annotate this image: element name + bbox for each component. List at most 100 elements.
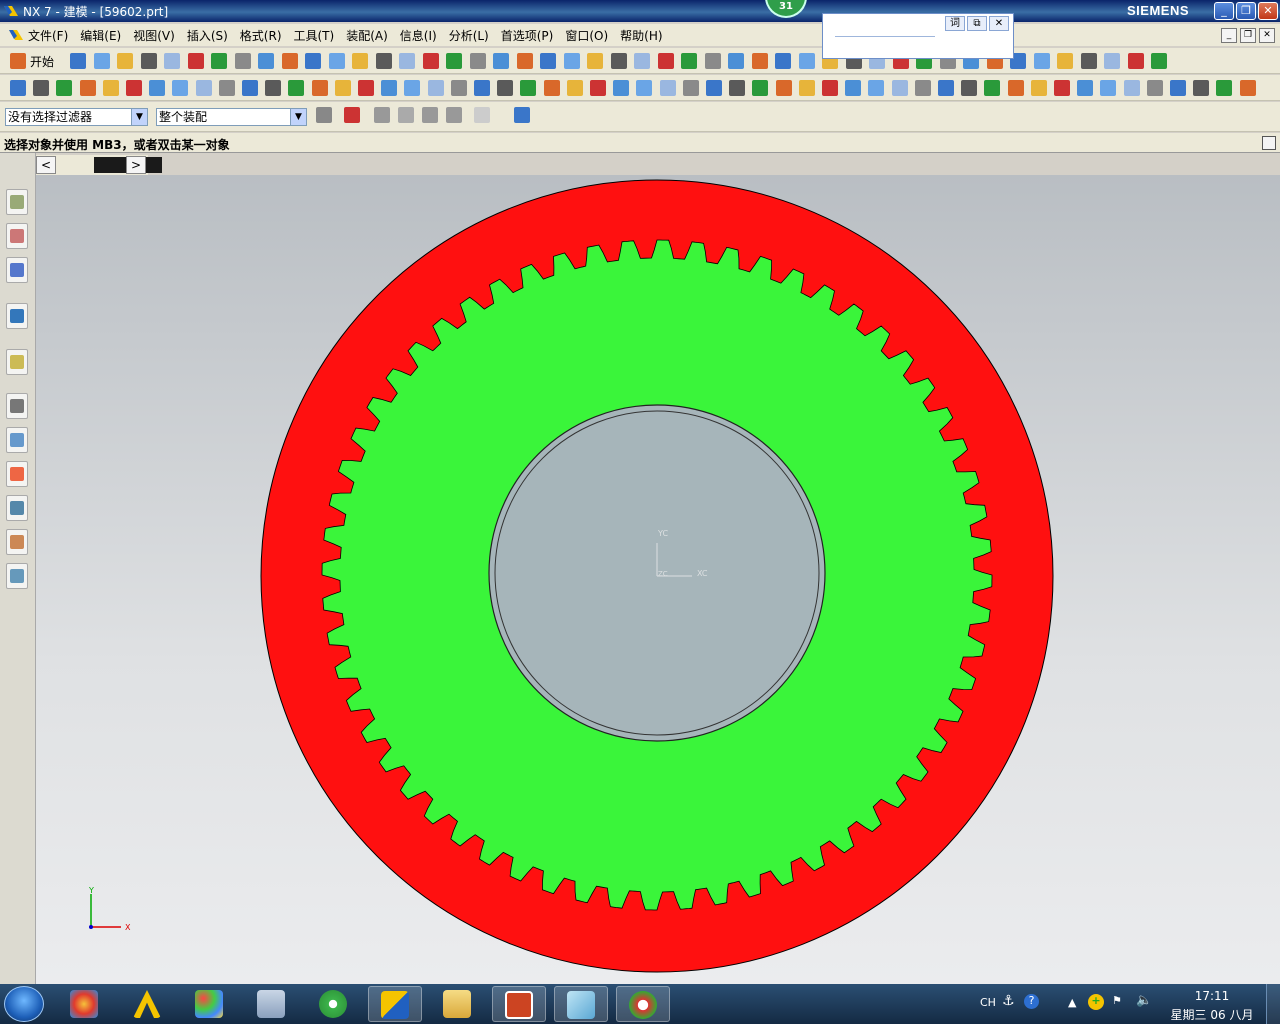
toolbar2-tool-icon[interactable] (265, 80, 281, 96)
menu-file[interactable]: 文件(F) (28, 27, 68, 44)
roles-icon[interactable] (6, 529, 28, 555)
chevron-down-icon[interactable]: ▼ (290, 109, 306, 125)
toolbar2-tool-icon[interactable] (1031, 80, 1047, 96)
menu-preferences[interactable]: 首选项(P) (501, 27, 554, 44)
toolbar2-tool-icon[interactable] (381, 80, 397, 96)
model-canvas[interactable]: YC XC ZC Y X (36, 175, 1280, 984)
toolbar1-tool-icon[interactable] (728, 53, 744, 69)
toolbar2-tool-icon[interactable] (1193, 80, 1209, 96)
toolbar1-tool-icon[interactable] (1081, 53, 1097, 69)
toolbar1-tool-icon[interactable] (446, 53, 462, 69)
menu-assemblies[interactable]: 装配(A) (346, 27, 388, 44)
toolbar1-tool-icon[interactable] (470, 53, 486, 69)
menu-insert[interactable]: 插入(S) (187, 27, 228, 44)
menu-edit[interactable]: 编辑(E) (80, 27, 121, 44)
show-desktop-button[interactable] (1266, 984, 1280, 1024)
notification-badge[interactable]: 31 (765, 0, 807, 18)
taskbar-explorer-icon[interactable] (430, 986, 484, 1022)
toolbar2-tool-icon[interactable] (613, 80, 629, 96)
popup-copy-icon[interactable]: ⧉ (967, 16, 987, 31)
toolbar1-tool-icon[interactable] (799, 53, 815, 69)
toolbar2-tool-icon[interactable] (1170, 80, 1186, 96)
toolbar2-tool-icon[interactable] (33, 80, 49, 96)
taskbar-app-8[interactable] (492, 986, 546, 1022)
toolbar2-tool-icon[interactable] (845, 80, 861, 96)
toolbar1-tool-icon[interactable] (1057, 53, 1073, 69)
toolbar2-tool-icon[interactable] (1124, 80, 1140, 96)
toolbar2-tool-icon[interactable] (404, 80, 420, 96)
toolbar2-tool-icon[interactable] (56, 80, 72, 96)
toolbar2-tool-icon[interactable] (312, 80, 328, 96)
toolbar2-tool-icon[interactable] (242, 80, 258, 96)
nx-menu-logo-icon[interactable] (8, 27, 24, 43)
clock-time[interactable]: 17:11 (1180, 989, 1244, 1003)
toolbar2-tool-icon[interactable] (706, 80, 722, 96)
popup-word-button[interactable]: 词 (945, 16, 965, 31)
toolbar1-tool-icon[interactable] (117, 53, 133, 69)
toolbar1-tool-icon[interactable] (70, 53, 86, 69)
menu-view[interactable]: 视图(V) (133, 27, 175, 44)
toolbar2-tool-icon[interactable] (915, 80, 931, 96)
toolbar1-tool-icon[interactable] (775, 53, 791, 69)
restore-icon[interactable]: ❐ (1236, 2, 1256, 20)
toolbar2-tool-icon[interactable] (358, 80, 374, 96)
toolbar2-tool-icon[interactable] (497, 80, 513, 96)
taskbar-app-1[interactable] (57, 986, 111, 1022)
volume-tray-icon[interactable]: 🔈 (1136, 993, 1152, 1008)
history-icon[interactable] (6, 393, 28, 419)
toolbar2-tool-icon[interactable] (474, 80, 490, 96)
selection-filter-dropdown[interactable]: 没有选择过滤器 ▼ (5, 108, 148, 126)
toolbar2-tool-icon[interactable] (428, 80, 444, 96)
toolbar2-tool-icon[interactable] (520, 80, 536, 96)
toolbar1-tool-icon[interactable] (282, 53, 298, 69)
toolbar2-tool-icon[interactable] (590, 80, 606, 96)
tray-expand-icon[interactable]: ▲ (1068, 996, 1076, 1009)
toolbar2-tool-icon[interactable] (1147, 80, 1163, 96)
toolbar2-tool-icon[interactable] (544, 80, 560, 96)
toolbar2-tool-icon[interactable] (10, 80, 26, 96)
toolbar2-tool-icon[interactable] (196, 80, 212, 96)
toolbar1-tool-icon[interactable] (540, 53, 556, 69)
toolbar2-tool-icon[interactable] (1008, 80, 1024, 96)
taskbar-calculator-icon[interactable] (244, 986, 298, 1022)
toolbar2-tool-icon[interactable] (335, 80, 351, 96)
toolbar1-tool-icon[interactable] (658, 53, 674, 69)
anchor-tray-icon[interactable]: ⚓ (1002, 993, 1015, 1009)
windows-start-icon[interactable] (4, 986, 44, 1022)
toolbar2-tool-icon[interactable] (1077, 80, 1093, 96)
toolbar1-tool-icon[interactable] (399, 53, 415, 69)
toolbar2-tool-icon[interactable] (799, 80, 815, 96)
toolbar1-tool-icon[interactable] (493, 53, 509, 69)
menu-information[interactable]: 信息(I) (400, 27, 437, 44)
toolbar2-tool-icon[interactable] (938, 80, 954, 96)
taskbar-app-2[interactable] (120, 986, 174, 1022)
menu-help[interactable]: 帮助(H) (620, 27, 662, 44)
toolbar2-tool-icon[interactable] (822, 80, 838, 96)
rectangle-select-icon[interactable] (474, 107, 490, 123)
toolbar2-tool-icon[interactable] (172, 80, 188, 96)
select-feature-icon[interactable] (446, 107, 462, 123)
menu-analysis[interactable]: 分析(L) (449, 27, 489, 44)
toolbar1-tool-icon[interactable] (587, 53, 603, 69)
toolbar2-tool-icon[interactable] (567, 80, 583, 96)
process-studio-icon[interactable] (6, 461, 28, 487)
toolbar1-tool-icon[interactable] (634, 53, 650, 69)
start-icon[interactable] (10, 53, 26, 69)
toolbar1-tool-icon[interactable] (188, 53, 204, 69)
taskbar-app-9[interactable] (554, 986, 608, 1022)
toolbar1-tool-icon[interactable] (564, 53, 580, 69)
toolbar2-tool-icon[interactable] (1216, 80, 1232, 96)
toolbar1-tool-icon[interactable] (611, 53, 627, 69)
toolbar1-tool-icon[interactable] (258, 53, 274, 69)
toolbar2-tool-icon[interactable] (1240, 80, 1256, 96)
menu-window[interactable]: 窗口(O) (565, 27, 608, 44)
toolbar1-tool-icon[interactable] (141, 53, 157, 69)
toolbar2-tool-icon[interactable] (984, 80, 1000, 96)
doc-restore-icon[interactable]: ❐ (1240, 28, 1256, 43)
assembly-navigator-icon[interactable] (6, 189, 28, 215)
scroll-right-icon[interactable]: > (126, 156, 146, 174)
clock-date[interactable]: 星期三 06 八月 (1166, 1006, 1258, 1023)
web-browser-icon[interactable] (6, 349, 28, 375)
toolbar2-tool-icon[interactable] (80, 80, 96, 96)
toolbar2-tool-icon[interactable] (729, 80, 745, 96)
